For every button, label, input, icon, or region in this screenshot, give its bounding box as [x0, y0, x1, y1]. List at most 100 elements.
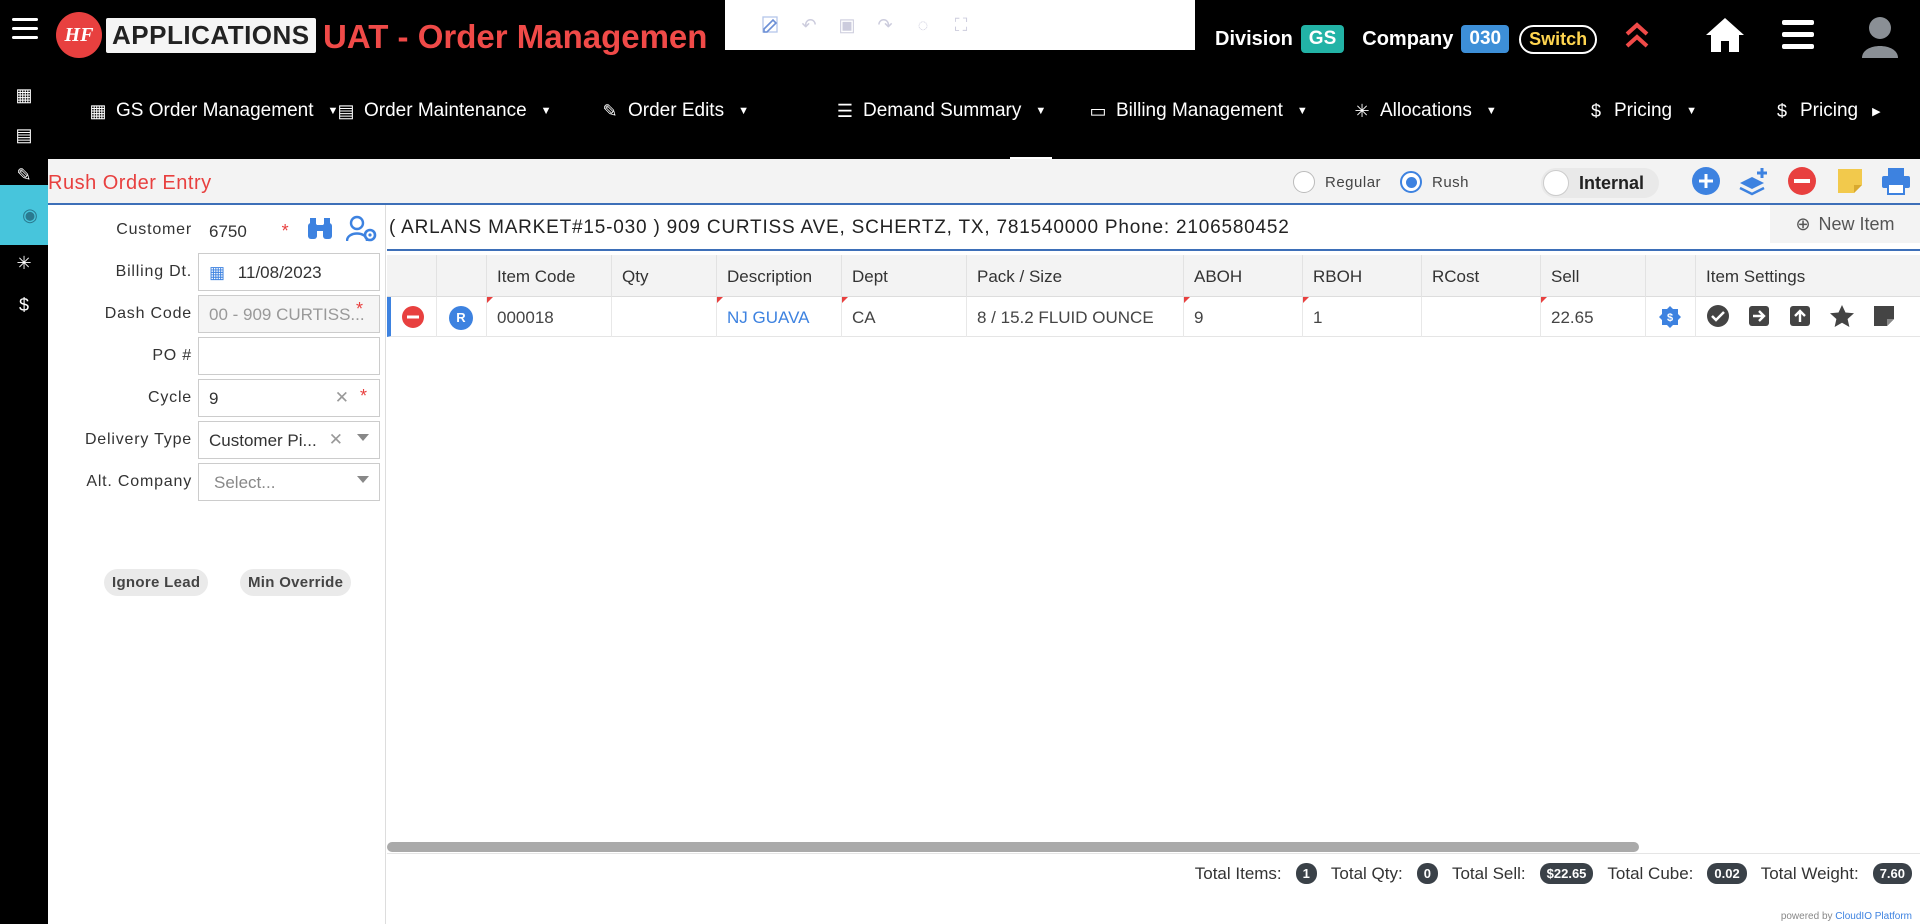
pencil-icon[interactable] [759, 13, 783, 37]
col-dept[interactable]: Dept [842, 255, 967, 297]
col-description[interactable]: Description [717, 255, 842, 297]
expand-icon[interactable]: ⛶ [949, 13, 973, 37]
po-label: PO # [152, 347, 192, 364]
chevron-down-icon[interactable] [357, 476, 369, 483]
add-circle-icon[interactable] [1690, 165, 1722, 197]
horizontal-scrollbar[interactable] [387, 842, 1639, 852]
table-row[interactable]: R 000018 NJ GUAVA CA 8 / 15.2 FLUID OUNC… [387, 297, 1920, 337]
delivery-type-label: Delivery Type [84, 431, 192, 448]
nav-order-maintenance[interactable]: ▤ Order Maintenance ▼ [336, 100, 551, 122]
cell-dept[interactable]: CA [842, 297, 967, 337]
asterisk-icon: ✳ [1354, 100, 1370, 121]
cycle-select[interactable]: 9 ✕ * [198, 379, 380, 417]
caret-down-icon: ▼ [1296, 105, 1308, 117]
user-avatar-icon[interactable] [1860, 14, 1900, 58]
calendar-icon[interactable]: ▦ [209, 263, 225, 282]
customer-address: ( ARLANS MARKET#15-030 ) 909 CURTISS AVE… [387, 205, 1920, 251]
arrow-right-square-icon[interactable] [1747, 304, 1771, 328]
billing-date-input[interactable]: ▦ 11/08/2023 [198, 253, 380, 291]
division-label: Division [1215, 27, 1293, 50]
remove-row-icon[interactable] [391, 297, 437, 337]
alt-company-select[interactable]: Select... [198, 463, 380, 501]
nav-gs-order-management[interactable]: ▦ GS Order Management ▼ [88, 100, 338, 122]
hamburger-menu-icon[interactable] [12, 18, 38, 40]
printer-icon[interactable] [1880, 165, 1912, 197]
cell-rcost[interactable] [1422, 297, 1541, 337]
internal-label: Internal [1579, 172, 1645, 193]
switch-button[interactable]: Switch [1519, 24, 1598, 54]
nav-label: Demand Summary [863, 100, 1022, 121]
rail-grid-icon[interactable]: ▦ [0, 77, 48, 113]
redo-icon[interactable]: ↷ [873, 13, 897, 37]
app-title: UAT - Order Managemen [323, 18, 708, 55]
undo-icon[interactable]: ↶ [797, 13, 821, 37]
user-settings-icon[interactable] [345, 215, 378, 248]
dash-code-input[interactable]: 00 - 909 CURTISS... [198, 295, 380, 333]
home-icon[interactable] [1703, 15, 1747, 60]
new-item-button[interactable]: ⊕ New Item [1770, 205, 1920, 243]
toggle-knob [1543, 170, 1569, 196]
check-circle-icon[interactable] [1706, 304, 1730, 328]
edit-toolbar: ↶ ▣ ↷ ◌ ⛶ [725, 0, 1195, 50]
double-chevron-up-icon[interactable] [1624, 20, 1650, 56]
app-logo[interactable]: HF APPLICATIONS [56, 10, 316, 60]
col-rboh[interactable]: RBOH [1303, 255, 1422, 297]
cell-rboh[interactable]: 1 [1303, 297, 1422, 337]
col-qty[interactable]: Qty [612, 255, 717, 297]
cell-description[interactable]: NJ GUAVA [717, 297, 842, 337]
rail-list-icon[interactable]: ▤ [0, 117, 48, 153]
ignore-lead-button[interactable]: Ignore Lead [104, 569, 209, 596]
hide-icon[interactable]: ◌ [911, 13, 935, 37]
delivery-type-select[interactable]: Customer Pi... ✕ [198, 421, 380, 459]
radio-regular-label: Regular [1325, 173, 1382, 191]
sticky-note-icon[interactable] [1834, 165, 1866, 197]
note-icon[interactable] [1872, 304, 1896, 328]
logo-text: APPLICATIONS [106, 17, 316, 53]
binoculars-icon[interactable] [306, 217, 334, 246]
rail-dollar-icon[interactable]: $ [0, 287, 48, 323]
radio-rush[interactable]: Rush [1400, 171, 1469, 193]
star-icon[interactable] [1829, 304, 1855, 328]
radio-rush-control[interactable] [1400, 171, 1422, 193]
powered-brand[interactable]: CloudIO Platform [1835, 911, 1912, 922]
cell-pack-size[interactable]: 8 / 15.2 FLUID OUNCE [967, 297, 1184, 337]
cell-qty[interactable] [612, 297, 717, 337]
total-weight-value: 7.60 [1872, 863, 1912, 884]
cell-sell[interactable]: 22.65 [1541, 297, 1646, 337]
powered-prefix: powered by [1780, 911, 1833, 922]
nav-pricing-more[interactable]: $ Pricing ▶ [1772, 100, 1881, 122]
main-menu-icon[interactable] [1782, 20, 1814, 56]
remove-circle-icon[interactable] [1786, 165, 1818, 197]
rail-asterisk-icon[interactable]: ✳ [0, 245, 48, 281]
item-settings-cell [1696, 297, 1920, 337]
cell-item-code[interactable]: 000018 [487, 297, 612, 337]
caret-down-icon: ▼ [1035, 105, 1047, 117]
nav-demand-summary[interactable]: ☰ Demand Summary ▼ [835, 100, 1046, 122]
col-pack-size[interactable]: Pack / Size [967, 255, 1184, 297]
total-items-value: 1 [1295, 863, 1317, 884]
nav-allocations[interactable]: ✳ Allocations ▼ [1352, 100, 1496, 122]
delivery-type-row: Delivery Type Customer Pi... ✕ [48, 419, 386, 459]
col-sell[interactable]: Sell [1541, 255, 1646, 297]
save-icon[interactable]: ▣ [835, 13, 859, 37]
dollar-circle-icon: $ [1590, 100, 1601, 121]
add-layers-icon[interactable] [1738, 165, 1770, 197]
clear-icon[interactable]: ✕ [329, 430, 343, 450]
arrow-up-square-icon[interactable] [1788, 304, 1812, 328]
nav-billing-management[interactable]: ▭ Billing Management ▼ [1088, 100, 1308, 122]
nav-pricing[interactable]: $ Pricing ▼ [1586, 100, 1697, 122]
col-aboh[interactable]: ABOH [1184, 255, 1303, 297]
cell-aboh[interactable]: 9 [1184, 297, 1303, 337]
company-label: Company [1362, 27, 1454, 50]
radio-regular[interactable]: Regular [1293, 171, 1381, 193]
po-input[interactable] [198, 337, 380, 375]
radio-regular-control[interactable] [1293, 171, 1315, 193]
nav-order-edits[interactable]: ✎ Order Edits ▼ [600, 100, 749, 122]
internal-toggle[interactable]: Internal [1541, 168, 1659, 198]
chevron-down-icon[interactable] [357, 434, 369, 441]
clear-icon[interactable]: ✕ [335, 388, 349, 408]
col-rcost[interactable]: RCost [1422, 255, 1541, 297]
price-badge-icon[interactable]: $ [1646, 297, 1696, 337]
col-item-code[interactable]: Item Code [487, 255, 612, 297]
min-override-button[interactable]: Min Override [240, 569, 352, 596]
